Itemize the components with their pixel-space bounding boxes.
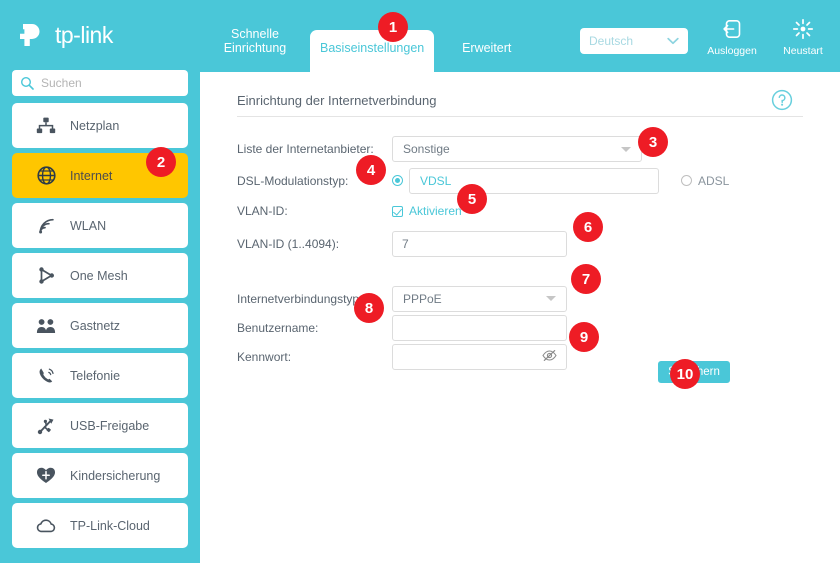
chevron-down-icon xyxy=(621,146,631,152)
search-icon xyxy=(20,76,34,90)
restart-button[interactable]: Neustart xyxy=(776,16,830,57)
top-bar-controls: Deutsch Ausloggen Neustart xyxy=(580,16,830,57)
chevron-down-icon xyxy=(667,32,679,50)
vlan-id-input[interactable]: 7 xyxy=(392,231,567,257)
sidebar-item-telefonie[interactable]: Telefonie xyxy=(12,353,188,398)
internet-setup-form: Liste der Internetanbieter: Sonstige DSL… xyxy=(237,132,807,371)
radio-adsl-dot xyxy=(681,175,692,186)
field-vlan-enable: VLAN-ID: Aktivieren xyxy=(237,195,807,227)
vlan-id-label: VLAN-ID (1..4094): xyxy=(237,237,340,251)
radio-vdsl-label: VDSL xyxy=(409,167,659,194)
radio-adsl-label: ADSL xyxy=(698,173,730,188)
radio-adsl[interactable]: ADSL xyxy=(681,174,729,188)
globe-icon xyxy=(36,166,56,186)
username-input[interactable] xyxy=(392,314,567,341)
restart-icon xyxy=(776,16,830,42)
sidebar-item-label: Internet xyxy=(70,168,113,183)
annotation-badge-7: 7 xyxy=(571,264,601,294)
top-bar: Schnelle Einrichtung Basiseinstellungen … xyxy=(200,0,840,72)
isp-list-select[interactable]: Sonstige xyxy=(392,136,642,162)
annotation-badge-5: 5 xyxy=(457,184,487,214)
guest-users-icon xyxy=(36,316,56,336)
heart-shield-icon xyxy=(36,466,56,486)
search-input[interactable]: Suchen xyxy=(12,70,188,96)
router-admin-page: tp-link Suchen Netzplan Internet WLAN On… xyxy=(0,0,840,563)
language-value: Deutsch xyxy=(589,34,634,48)
password-input[interactable] xyxy=(392,343,567,370)
logout-label: Ausloggen xyxy=(707,45,757,57)
phone-handset-icon xyxy=(36,366,56,386)
checkbox-box xyxy=(392,205,403,217)
sidebar: tp-link Suchen Netzplan Internet WLAN On… xyxy=(0,0,200,563)
vlan-enable-label: VLAN-ID: xyxy=(237,204,288,218)
sidebar-item-usb-freigabe[interactable]: USB-Freigabe xyxy=(12,403,188,448)
password-label: Kennwort: xyxy=(237,349,292,364)
content-panel: Einrichtung der Internetverbindung Liste… xyxy=(200,72,840,563)
logout-button[interactable]: Ausloggen xyxy=(705,16,759,57)
field-vlan-id: VLAN-ID (1..4094): 7 xyxy=(237,227,807,261)
sidebar-item-gastnetz[interactable]: Gastnetz xyxy=(12,303,188,348)
usb-icon xyxy=(36,416,56,436)
connection-type-select[interactable]: PPPoE xyxy=(392,285,567,312)
annotation-badge-9: 9 xyxy=(569,322,599,352)
tab-erweitert[interactable]: Erweitert xyxy=(434,41,539,72)
tp-link-logo-icon xyxy=(14,18,48,52)
vlan-enable-checkbox-label: Aktivieren xyxy=(409,204,462,218)
page-title: Einrichtung der Internetverbindung xyxy=(237,93,437,108)
sidebar-item-label: Telefonie xyxy=(70,368,121,383)
help-question-icon[interactable] xyxy=(771,89,793,111)
annotation-badge-6: 6 xyxy=(573,212,603,242)
language-select[interactable]: Deutsch xyxy=(580,28,688,54)
sidebar-item-one-mesh[interactable]: One Mesh xyxy=(12,253,188,298)
annotation-badge-1: 1 xyxy=(378,12,408,42)
sidebar-item-label: Netzplan xyxy=(70,118,120,133)
field-dsl-modulation: DSL-Modulationstyp: VDSL ADSL xyxy=(237,166,807,195)
annotation-badge-3: 3 xyxy=(638,127,668,157)
tab-basiseinstellungen[interactable]: Basiseinstellungen xyxy=(310,30,435,72)
vlan-enable-checkbox[interactable]: Aktivieren xyxy=(392,204,462,218)
annotation-badge-8: 8 xyxy=(354,293,384,323)
restart-label: Neustart xyxy=(783,45,823,57)
wifi-signal-icon xyxy=(36,216,56,236)
sidebar-item-label: TP-Link-Cloud xyxy=(70,518,150,533)
sidebar-item-label: Gastnetz xyxy=(70,318,121,333)
sidebar-item-kindersicherung[interactable]: Kindersicherung xyxy=(12,453,188,498)
connection-type-value: PPPoE xyxy=(403,291,442,306)
logout-icon xyxy=(705,16,759,42)
form-spacer xyxy=(237,261,807,284)
dsl-modulation-radio-group: VDSL ADSL xyxy=(392,167,729,194)
cloud-icon xyxy=(36,516,56,536)
title-divider xyxy=(237,116,803,117)
sidebar-item-label: WLAN xyxy=(70,218,107,233)
annotation-badge-4: 4 xyxy=(356,155,386,185)
chevron-down-icon xyxy=(546,296,556,301)
eye-hidden-icon[interactable] xyxy=(542,349,557,365)
field-connection-type: Internetverbindungstyp: PPPoE xyxy=(237,284,807,313)
radio-vdsl-dot xyxy=(392,175,403,186)
search-placeholder: Suchen xyxy=(41,76,82,90)
field-username: Benutzername: xyxy=(237,313,807,342)
radio-vdsl[interactable]: VDSL xyxy=(392,167,659,194)
annotation-badge-2: 2 xyxy=(146,147,176,177)
sidebar-item-wlan[interactable]: WLAN xyxy=(12,203,188,248)
tab-schnelle-einrichtung[interactable]: Schnelle Einrichtung xyxy=(200,27,310,72)
annotation-badge-10: 10 xyxy=(670,359,700,389)
main-tabs: Schnelle Einrichtung Basiseinstellungen … xyxy=(200,0,539,72)
sidebar-item-label: One Mesh xyxy=(70,268,128,283)
field-isp-list: Liste der Internetanbieter: Sonstige xyxy=(237,132,807,166)
isp-list-label: Liste der Internetanbieter: xyxy=(237,142,374,156)
brand-name: tp-link xyxy=(55,21,113,48)
brand-logo: tp-link xyxy=(14,18,113,52)
isp-list-value: Sonstige xyxy=(403,142,450,156)
mesh-node-icon xyxy=(36,266,56,286)
sidebar-item-netzplan[interactable]: Netzplan xyxy=(12,103,188,148)
network-map-icon xyxy=(36,116,56,136)
sidebar-item-label: Kindersicherung xyxy=(70,468,161,483)
sidebar-item-tp-link-cloud[interactable]: TP-Link-Cloud xyxy=(12,503,188,548)
sidebar-item-label: USB-Freigabe xyxy=(70,418,150,433)
